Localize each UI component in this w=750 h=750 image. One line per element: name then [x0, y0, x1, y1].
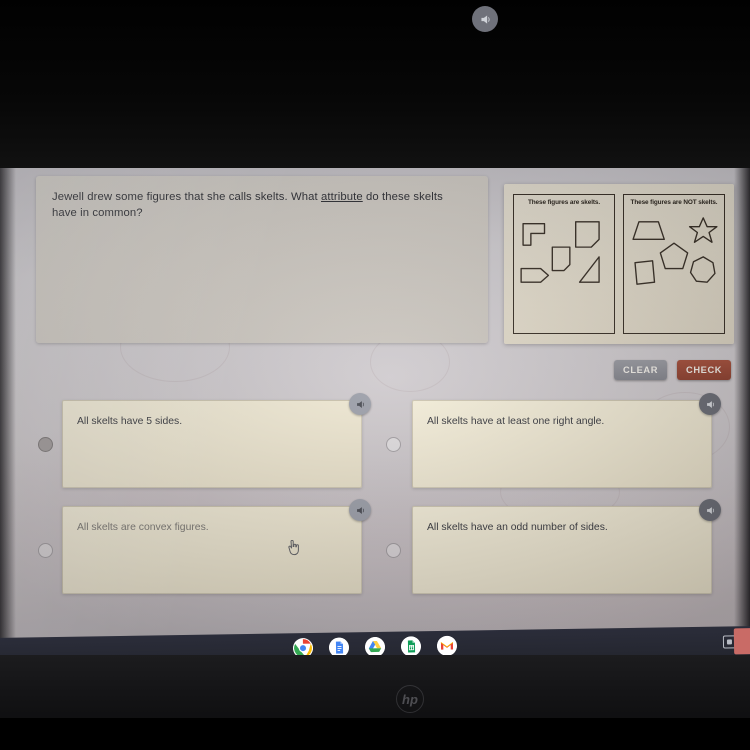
question-card: Jewell drew some figures that she calls …: [36, 176, 488, 343]
answer-option-d-label: All skelts have an odd number of sides.: [427, 522, 608, 533]
question-text-part1: Jewell drew some figures that she calls …: [52, 191, 321, 203]
shape-six-pointed-star: [688, 217, 718, 243]
answer-option-c[interactable]: All skelts are convex figures.: [62, 499, 371, 594]
taskbar-edge-highlight: [733, 627, 750, 655]
check-button[interactable]: CHECK: [677, 360, 732, 380]
shape-house-pentagon: [520, 267, 550, 283]
shape-parallelogram: [634, 260, 656, 285]
answer-radio-b[interactable]: [386, 437, 401, 452]
skelts-panel-title: These figures are skelts.: [527, 199, 601, 206]
answer-radio-a[interactable]: [38, 437, 53, 452]
speaker-icon[interactable]: [699, 499, 721, 521]
browser-content-area: Jewell drew some figures that she calls …: [0, 162, 750, 640]
answer-option-a[interactable]: All skelts have 5 sides.: [62, 393, 371, 488]
answer-option-c-label: All skelts are convex figures.: [77, 522, 209, 533]
answer-option-a-label: All skelts have 5 sides.: [77, 416, 183, 427]
clear-button[interactable]: CLEAR: [614, 360, 668, 380]
shape-pentagon: [659, 242, 689, 270]
skelts-panel: These figures are skelts.: [513, 194, 615, 334]
action-buttons: CLEAR CHECK: [614, 360, 732, 380]
skelts-shapes: [520, 221, 600, 283]
speaker-icon[interactable]: [349, 393, 371, 415]
google-sheets-icon[interactable]: [400, 636, 422, 657]
question-underlined-word: attribute: [321, 191, 363, 203]
hp-logo: hp: [396, 685, 424, 713]
speaker-icon[interactable]: [472, 6, 498, 32]
shape-right-triangle: [578, 256, 600, 283]
photo-top-black-band: [0, 0, 750, 168]
answer-option-b-label: All skelts have at least one right angle…: [427, 416, 605, 427]
shape-l-shape: [522, 223, 546, 246]
shape-small-clipped-square: [551, 246, 571, 272]
shape-clipped-square: [575, 221, 600, 248]
question-text: Jewell drew some figures that she calls …: [52, 189, 470, 221]
answer-radio-c[interactable]: [38, 543, 53, 558]
answer-radio-d[interactable]: [386, 543, 401, 558]
answer-option-b[interactable]: All skelts have at least one right angle…: [412, 393, 721, 488]
photo-right-shade: [734, 162, 750, 640]
laptop-screen-photo: Jewell drew some figures that she calls …: [0, 0, 750, 750]
shape-heptagon: [689, 256, 716, 283]
shape-trapezoid: [632, 221, 665, 241]
answer-option-d[interactable]: All skelts have an odd number of sides.: [412, 499, 721, 594]
gmail-icon[interactable]: [436, 635, 458, 657]
speaker-icon[interactable]: [349, 499, 371, 521]
speaker-icon[interactable]: [699, 393, 721, 415]
not-skelts-shapes: [632, 217, 718, 285]
figure-diagram-card: These figures are skelts. These figures …: [504, 184, 734, 344]
photo-left-shade: [0, 162, 16, 640]
not-skelts-panel-title: These figures are NOT skelts.: [630, 199, 718, 206]
photo-bottom-black-band: [0, 718, 750, 750]
not-skelts-panel: These figures are NOT skelts.: [623, 194, 725, 334]
